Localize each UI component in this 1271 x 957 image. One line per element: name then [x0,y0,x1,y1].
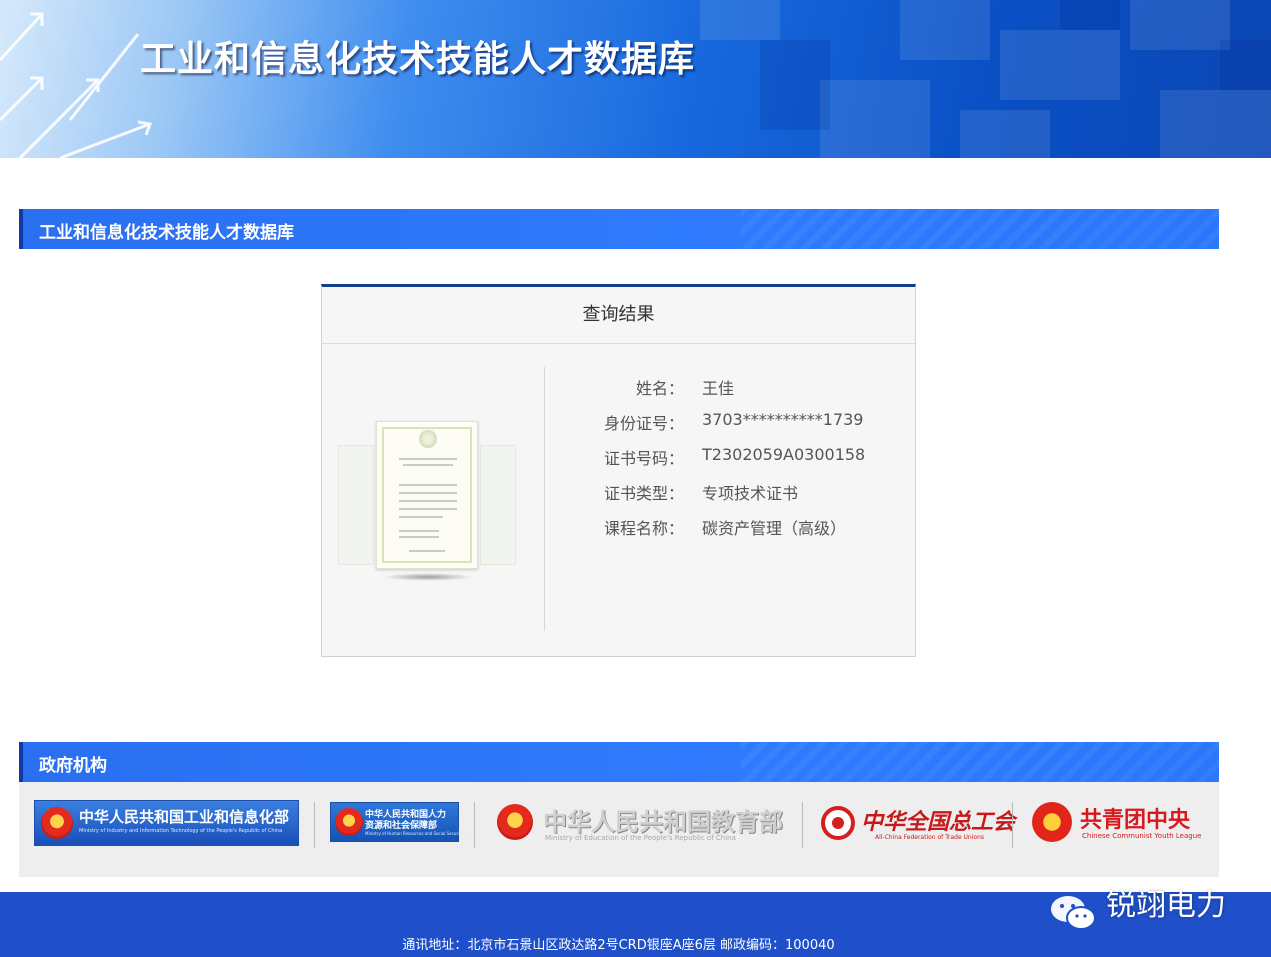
info-row-certificate-type: 证书类型： 专项技术证书 [552,480,912,504]
certificate-back-left [338,445,374,565]
certificate-seal-icon [419,430,437,448]
separator [474,802,475,848]
certificate-line [399,492,457,494]
link-moe[interactable]: 中华人民共和国教育部 Ministry of Education of the … [497,800,787,846]
national-emblem-icon [335,808,363,836]
section-header-database: 工业和信息化技术技能人才数据库 [19,209,1219,249]
watermark-text: 锐翊电力 [1106,888,1226,923]
certificate-shadow [382,573,474,581]
link-mohrss[interactable]: 中华人民共和国人力 资源和社会保障部 Ministry of Human Res… [330,802,472,842]
info-value: 专项技术证书 [702,484,799,503]
info-row-id-number: 身份证号： 3703**********1739 [552,410,912,434]
info-label: 身份证号： [603,414,684,433]
certificate-line [399,458,457,460]
certificate-front [376,421,478,569]
info-row-course-name: 课程名称： 碳资产管理（高级） [552,515,912,539]
certificate-line [399,484,457,486]
info-value: 碳资产管理（高级） [702,519,847,538]
certificate-image [338,407,518,581]
section-title: 政府机构 [39,756,107,776]
government-links: 中华人民共和国工业和信息化部 Ministry of Industry and … [19,782,1219,877]
certificate-line [399,530,439,532]
separator [1012,802,1013,848]
agency-name: 中华人民共和国教育部 [543,808,783,836]
section-header-government: 政府机构 [19,742,1219,782]
agency-english-name: Ministry of Industry and Information Tec… [79,828,283,834]
banner-title: 工业和信息化技术技能人才数据库 [140,39,696,80]
wechat-icon [1051,896,1096,930]
top-banner: 工业和信息化技术技能人才数据库 [0,0,1271,158]
certificate-line [403,464,453,466]
agency-name: 中华人民共和国工业和信息化部 [79,808,290,826]
footer-address: 通讯地址：北京市石景山区政达路2号CRD银座A座6层 邮政编码：100040 [402,938,835,953]
info-row-name: 姓名： 王佳 [552,375,912,399]
link-cyl[interactable]: 共青团中央 Chinese Communist Youth League [1032,800,1202,846]
card-divider [544,367,545,631]
youth-league-emblem-icon [1032,802,1072,842]
trade-union-icon [821,806,855,840]
certificate-line [409,550,445,552]
info-label: 证书类型： [603,484,684,503]
agency-english-name: Chinese Communist Youth League [1082,832,1202,840]
certificate-line [399,536,439,538]
section-title: 工业和信息化技术技能人才数据库 [39,223,294,243]
separator [314,802,315,848]
national-emblem-icon [497,804,533,840]
agency-english-name: Ministry of Human Resources and Social S… [365,831,473,836]
agency-name: 共青团中央 [1080,808,1191,833]
info-value: 王佳 [702,379,735,398]
info-label: 姓名： [635,379,684,398]
certificate-line [399,500,457,502]
link-acftu[interactable]: 中华全国总工会 All-China Federation of Trade Un… [819,800,1015,846]
link-miit[interactable]: 中华人民共和国工业和信息化部 Ministry of Industry and … [34,800,299,846]
certificate-line [399,508,457,510]
info-value: T2302059A0300158 [702,445,866,464]
separator [802,802,803,848]
agency-english-name: Ministry of Education of the People's Re… [545,834,736,842]
info-value: 3703**********1739 [702,410,864,429]
agency-english-name: All-China Federation of Trade Unions [875,834,984,841]
agency-name: 中华全国总工会 [861,809,1016,835]
result-header: 查询结果 [322,287,915,344]
agency-name-line2: 资源和社会保障部 [365,821,438,831]
section-shade [740,209,1219,249]
national-emblem-icon [41,807,73,839]
info-row-certificate-number: 证书号码： T2302059A0300158 [552,445,912,469]
certificate-line [399,516,443,518]
info-label: 证书号码： [603,449,684,468]
query-result-card: 查询结果 姓名： 王佳 身份证号： 3703**********1739 证书号… [321,284,916,657]
info-label: 课程名称： [603,519,684,538]
section-shade [740,742,1219,782]
certificate-back-right [480,445,516,565]
